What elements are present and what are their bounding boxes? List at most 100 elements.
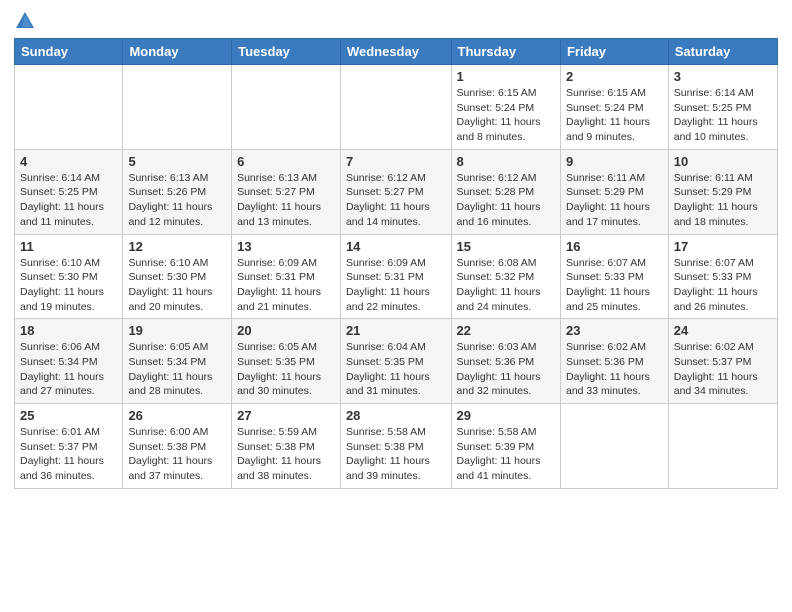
calendar-cell: 25 Sunrise: 6:01 AM Sunset: 5:37 PM Dayli… <box>15 404 123 489</box>
day-number: 20 <box>237 323 335 338</box>
day-number: 11 <box>20 239 117 254</box>
calendar-week-5: 25 Sunrise: 6:01 AM Sunset: 5:37 PM Dayli… <box>15 404 778 489</box>
calendar-cell: 24Sunrise: 6:02 AM Sunset: 5:37 PM Dayli… <box>668 319 777 404</box>
calendar-cell: 4 Sunrise: 6:14 AM Sunset: 5:25 PM Daylig… <box>15 149 123 234</box>
weekday-header-saturday: Saturday <box>668 39 777 65</box>
day-number: 25 <box>20 408 117 423</box>
day-info: Sunrise: 6:07 AM Sunset: 5:33 PM Dayligh… <box>566 256 663 315</box>
day-number: 9 <box>566 154 663 169</box>
day-number: 19 <box>128 323 226 338</box>
calendar-cell: 6 Sunrise: 6:13 AM Sunset: 5:27 PM Daylig… <box>232 149 341 234</box>
day-number: 13 <box>237 239 335 254</box>
day-number: 10 <box>674 154 772 169</box>
day-number: 14 <box>346 239 446 254</box>
day-number: 8 <box>457 154 555 169</box>
calendar-week-1: 1 Sunrise: 6:15 AM Sunset: 5:24 PM Daylig… <box>15 65 778 150</box>
calendar-cell: 13 Sunrise: 6:09 AM Sunset: 5:31 PM Dayli… <box>232 234 341 319</box>
day-info: Sunrise: 5:59 AM Sunset: 5:38 PM Dayligh… <box>237 425 335 484</box>
day-info: Sunrise: 6:04 AM Sunset: 5:35 PM Dayligh… <box>346 340 446 399</box>
day-number: 27 <box>237 408 335 423</box>
calendar-cell: 8 Sunrise: 6:12 AM Sunset: 5:28 PM Daylig… <box>451 149 560 234</box>
day-number: 16 <box>566 239 663 254</box>
day-number: 7 <box>346 154 446 169</box>
day-number: 12 <box>128 239 226 254</box>
day-number: 22 <box>457 323 555 338</box>
weekday-header-wednesday: Wednesday <box>340 39 451 65</box>
calendar-cell: 18Sunrise: 6:06 AM Sunset: 5:34 PM Dayli… <box>15 319 123 404</box>
day-info: Sunrise: 6:10 AM Sunset: 5:30 PM Dayligh… <box>128 256 226 315</box>
calendar-cell: 5 Sunrise: 6:13 AM Sunset: 5:26 PM Daylig… <box>123 149 232 234</box>
day-info: Sunrise: 6:13 AM Sunset: 5:27 PM Dayligh… <box>237 171 335 230</box>
day-number: 29 <box>457 408 555 423</box>
day-info: Sunrise: 6:15 AM Sunset: 5:24 PM Dayligh… <box>566 86 663 145</box>
calendar-cell <box>668 404 777 489</box>
logo-icon <box>14 10 36 32</box>
day-number: 2 <box>566 69 663 84</box>
calendar-cell: 14 Sunrise: 6:09 AM Sunset: 5:31 PM Dayli… <box>340 234 451 319</box>
day-number: 21 <box>346 323 446 338</box>
day-info: Sunrise: 6:11 AM Sunset: 5:29 PM Dayligh… <box>674 171 772 230</box>
calendar-cell <box>560 404 668 489</box>
day-info: Sunrise: 5:58 AM Sunset: 5:39 PM Dayligh… <box>457 425 555 484</box>
weekday-header-sunday: Sunday <box>15 39 123 65</box>
day-info: Sunrise: 6:14 AM Sunset: 5:25 PM Dayligh… <box>674 86 772 145</box>
day-number: 24 <box>674 323 772 338</box>
day-info: Sunrise: 6:13 AM Sunset: 5:26 PM Dayligh… <box>128 171 226 230</box>
calendar-cell: 22Sunrise: 6:03 AM Sunset: 5:36 PM Dayli… <box>451 319 560 404</box>
calendar-week-3: 11 Sunrise: 6:10 AM Sunset: 5:30 PM Dayli… <box>15 234 778 319</box>
header <box>14 10 778 32</box>
day-info: Sunrise: 6:00 AM Sunset: 5:38 PM Dayligh… <box>128 425 226 484</box>
day-info: Sunrise: 6:12 AM Sunset: 5:27 PM Dayligh… <box>346 171 446 230</box>
calendar-cell: 10 Sunrise: 6:11 AM Sunset: 5:29 PM Dayli… <box>668 149 777 234</box>
day-number: 4 <box>20 154 117 169</box>
weekday-header-friday: Friday <box>560 39 668 65</box>
calendar-cell: 16 Sunrise: 6:07 AM Sunset: 5:33 PM Dayli… <box>560 234 668 319</box>
weekday-header-thursday: Thursday <box>451 39 560 65</box>
day-info: Sunrise: 6:02 AM Sunset: 5:36 PM Dayligh… <box>566 340 663 399</box>
day-info: Sunrise: 6:10 AM Sunset: 5:30 PM Dayligh… <box>20 256 117 315</box>
calendar-week-4: 18Sunrise: 6:06 AM Sunset: 5:34 PM Dayli… <box>15 319 778 404</box>
calendar-cell: 7 Sunrise: 6:12 AM Sunset: 5:27 PM Daylig… <box>340 149 451 234</box>
day-info: Sunrise: 6:05 AM Sunset: 5:35 PM Dayligh… <box>237 340 335 399</box>
calendar-cell: 29 Sunrise: 5:58 AM Sunset: 5:39 PM Dayli… <box>451 404 560 489</box>
day-info: Sunrise: 6:14 AM Sunset: 5:25 PM Dayligh… <box>20 171 117 230</box>
weekday-header-monday: Monday <box>123 39 232 65</box>
day-info: Sunrise: 6:01 AM Sunset: 5:37 PM Dayligh… <box>20 425 117 484</box>
calendar-cell: 2 Sunrise: 6:15 AM Sunset: 5:24 PM Daylig… <box>560 65 668 150</box>
calendar-cell: 11 Sunrise: 6:10 AM Sunset: 5:30 PM Dayli… <box>15 234 123 319</box>
calendar-cell: 21 Sunrise: 6:04 AM Sunset: 5:35 PM Dayli… <box>340 319 451 404</box>
calendar-cell: 28Sunrise: 5:58 AM Sunset: 5:38 PM Dayli… <box>340 404 451 489</box>
logo <box>14 10 40 32</box>
day-info: Sunrise: 6:08 AM Sunset: 5:32 PM Dayligh… <box>457 256 555 315</box>
day-number: 28 <box>346 408 446 423</box>
day-number: 5 <box>128 154 226 169</box>
calendar-week-2: 4 Sunrise: 6:14 AM Sunset: 5:25 PM Daylig… <box>15 149 778 234</box>
day-number: 3 <box>674 69 772 84</box>
day-info: Sunrise: 6:09 AM Sunset: 5:31 PM Dayligh… <box>237 256 335 315</box>
day-number: 1 <box>457 69 555 84</box>
day-number: 15 <box>457 239 555 254</box>
day-number: 23 <box>566 323 663 338</box>
calendar-table: SundayMondayTuesdayWednesdayThursdayFrid… <box>14 38 778 489</box>
calendar-cell: 15 Sunrise: 6:08 AM Sunset: 5:32 PM Dayli… <box>451 234 560 319</box>
day-number: 26 <box>128 408 226 423</box>
day-info: Sunrise: 6:09 AM Sunset: 5:31 PM Dayligh… <box>346 256 446 315</box>
calendar-cell <box>123 65 232 150</box>
day-info: Sunrise: 6:11 AM Sunset: 5:29 PM Dayligh… <box>566 171 663 230</box>
calendar-cell: 9 Sunrise: 6:11 AM Sunset: 5:29 PM Daylig… <box>560 149 668 234</box>
calendar-cell <box>340 65 451 150</box>
calendar-cell: 3 Sunrise: 6:14 AM Sunset: 5:25 PM Daylig… <box>668 65 777 150</box>
day-info: Sunrise: 6:12 AM Sunset: 5:28 PM Dayligh… <box>457 171 555 230</box>
calendar-cell: 23 Sunrise: 6:02 AM Sunset: 5:36 PM Dayli… <box>560 319 668 404</box>
calendar-cell <box>232 65 341 150</box>
calendar-cell: 26 Sunrise: 6:00 AM Sunset: 5:38 PM Dayli… <box>123 404 232 489</box>
weekday-header-tuesday: Tuesday <box>232 39 341 65</box>
calendar-cell <box>15 65 123 150</box>
day-number: 6 <box>237 154 335 169</box>
weekday-header-row: SundayMondayTuesdayWednesdayThursdayFrid… <box>15 39 778 65</box>
page: SundayMondayTuesdayWednesdayThursdayFrid… <box>0 0 792 612</box>
day-info: Sunrise: 6:07 AM Sunset: 5:33 PM Dayligh… <box>674 256 772 315</box>
day-info: Sunrise: 6:05 AM Sunset: 5:34 PM Dayligh… <box>128 340 226 399</box>
calendar-cell: 17Sunrise: 6:07 AM Sunset: 5:33 PM Dayli… <box>668 234 777 319</box>
calendar-cell: 1Sunrise: 6:15 AM Sunset: 5:24 PM Daylig… <box>451 65 560 150</box>
